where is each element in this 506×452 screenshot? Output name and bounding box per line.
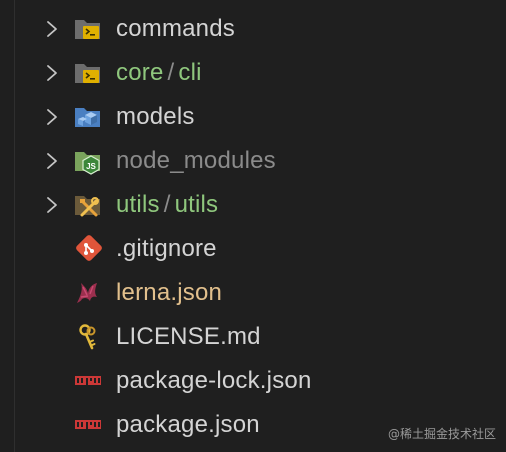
npm-icon bbox=[73, 411, 103, 439]
path-segment: core bbox=[116, 59, 164, 86]
tree-item-utils-utils[interactable]: utils / utils bbox=[0, 183, 506, 227]
path-segment: cli bbox=[178, 59, 202, 86]
chevron-right-icon[interactable] bbox=[40, 139, 64, 183]
tree-item-label: node_modules bbox=[116, 147, 276, 174]
tree-item-package-lock-json[interactable]: package-lock.json bbox=[0, 359, 506, 403]
tools-folder-icon bbox=[73, 191, 103, 219]
models-folder-icon bbox=[73, 103, 103, 131]
tree-item-lerna-json[interactable]: lerna.json bbox=[0, 271, 506, 315]
tree-item-license-md[interactable]: LICENSE.md bbox=[0, 315, 506, 359]
tree-item-label: core / cli bbox=[116, 51, 202, 95]
tree-item-label: models bbox=[116, 103, 195, 130]
lerna-icon bbox=[73, 279, 103, 307]
tree-item-label: utils / utils bbox=[116, 183, 218, 227]
chevron-right-icon[interactable] bbox=[40, 95, 64, 139]
license-key-icon bbox=[73, 323, 103, 351]
tree-item-label: package-lock.json bbox=[116, 367, 312, 394]
path-separator: / bbox=[163, 191, 171, 218]
svg-text:JS: JS bbox=[86, 162, 96, 171]
chevron-right-icon[interactable] bbox=[40, 7, 64, 51]
path-separator: / bbox=[167, 59, 175, 86]
tree-item-label: package.json bbox=[116, 411, 260, 438]
path-segment: utils bbox=[116, 191, 160, 218]
tree-item-label: LICENSE.md bbox=[116, 323, 261, 350]
tree-item-models[interactable]: models bbox=[0, 95, 506, 139]
tree-item-label: lerna.json bbox=[116, 279, 223, 306]
tree-item-core-cli[interactable]: core / cli bbox=[0, 51, 506, 95]
node-folder-icon: JS bbox=[73, 147, 103, 175]
terminal-folder-icon bbox=[73, 59, 103, 87]
file-explorer-tree: commands core / cli models JS node_modul… bbox=[0, 0, 506, 452]
chevron-right-icon[interactable] bbox=[40, 183, 64, 227]
tree-item-label: commands bbox=[116, 15, 235, 42]
chevron-right-icon[interactable] bbox=[40, 51, 64, 95]
tree-item-label: .gitignore bbox=[116, 235, 217, 262]
npm-icon bbox=[73, 367, 103, 395]
tree-item-gitignore[interactable]: .gitignore bbox=[0, 227, 506, 271]
git-icon bbox=[73, 235, 103, 263]
tree-item-commands[interactable]: commands bbox=[0, 7, 506, 51]
path-segment: utils bbox=[174, 191, 219, 218]
watermark: @稀土掘金技术社区 bbox=[387, 427, 496, 441]
terminal-folder-icon bbox=[73, 15, 103, 43]
tree-item-node-modules[interactable]: JS node_modules bbox=[0, 139, 506, 183]
